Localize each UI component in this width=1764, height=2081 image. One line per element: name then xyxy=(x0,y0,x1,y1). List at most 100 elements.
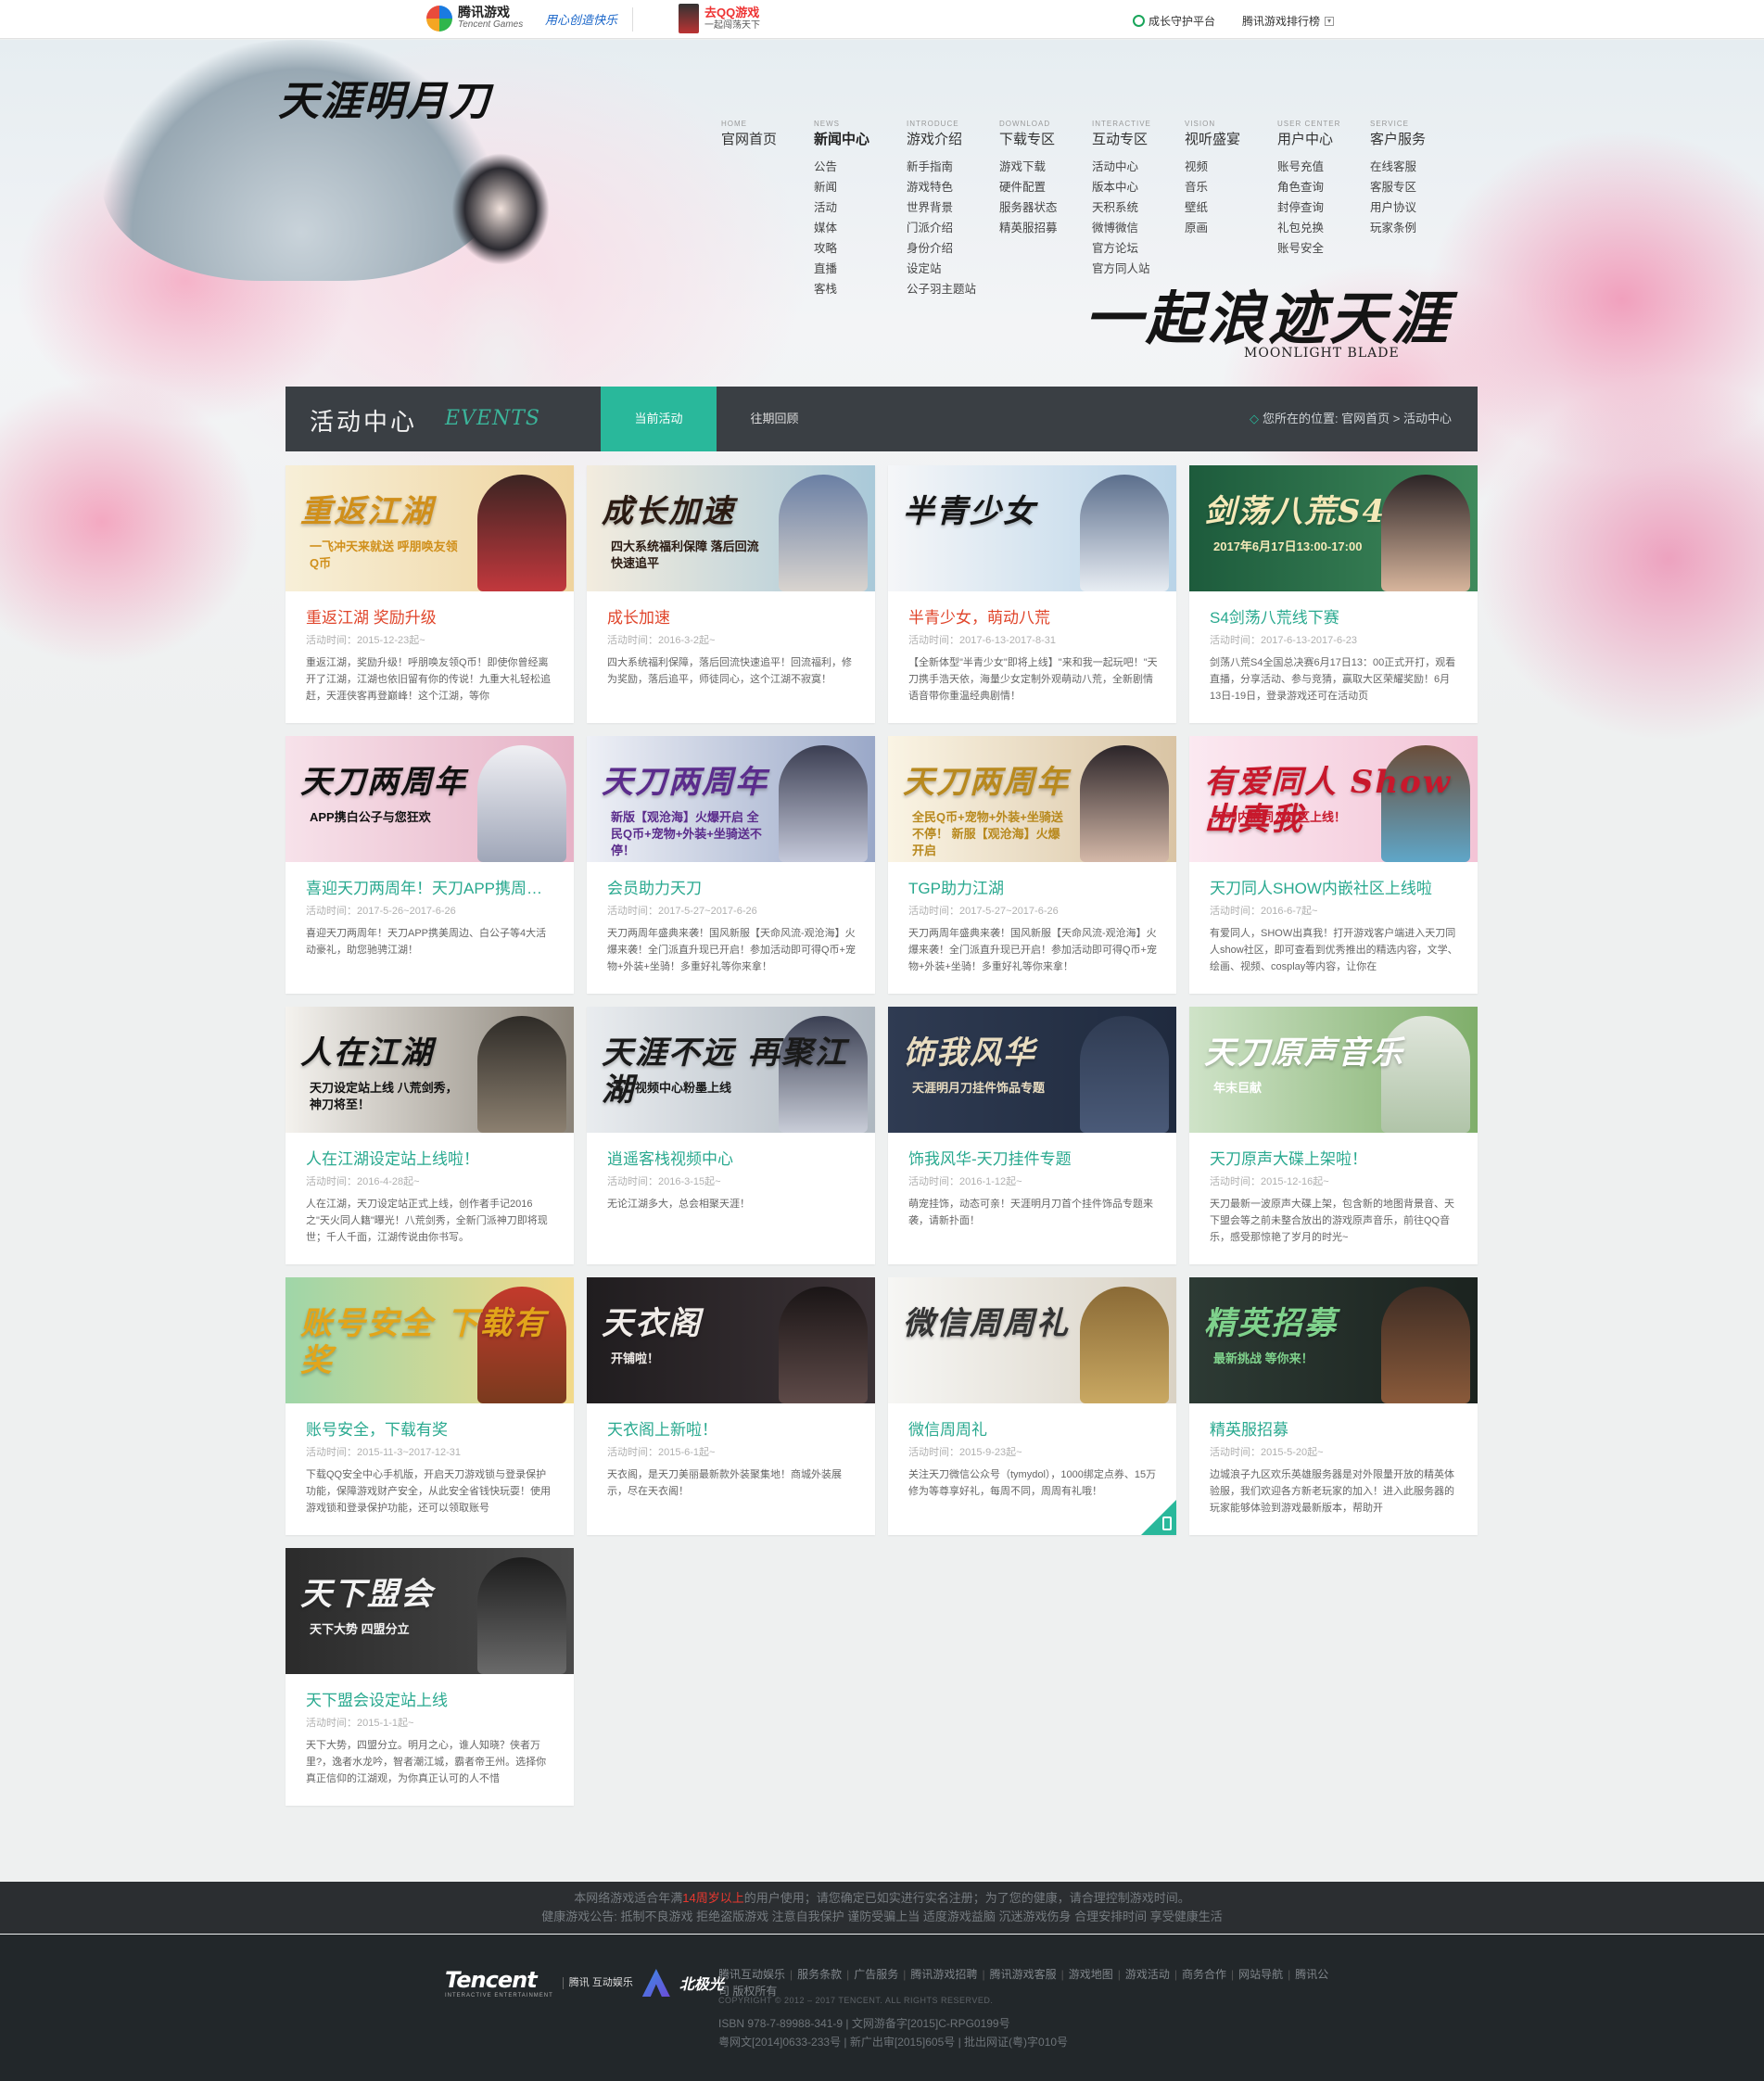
event-banner[interactable]: 精英招募 最新挑战 等你来！ xyxy=(1189,1277,1478,1403)
nav-sub-item[interactable]: 官方同人站 xyxy=(1092,259,1185,279)
event-title[interactable]: 逍遥客栈视频中心 xyxy=(607,1149,857,1170)
nav-sub-item[interactable]: 客服专区 xyxy=(1370,177,1463,197)
nav-sub-item[interactable]: 玩家条例 xyxy=(1370,218,1463,238)
event-card[interactable]: 天涯不远 再聚江湖 天刀视频中心粉墨上线 逍遥客栈视频中心 活动时间：2016-3-1… xyxy=(587,1007,875,1264)
event-card[interactable]: 有爱同人 Show出真我 天刀内嵌同人社区上线！ 天刀同人SHOW内嵌社区上线啦 活动… xyxy=(1189,736,1478,994)
event-title[interactable]: 会员助力天刀 xyxy=(607,879,857,899)
nav-sub-item[interactable]: 音乐 xyxy=(1185,177,1277,197)
nav-sub-item[interactable]: 版本中心 xyxy=(1092,177,1185,197)
nav-sub-item[interactable]: 账号安全 xyxy=(1277,238,1370,259)
nav-sub-item[interactable]: 官方论坛 xyxy=(1092,238,1185,259)
event-card[interactable]: 人在江湖 天刀设定站上线 八荒剑秀，神刀将至！ 人在江湖设定站上线啦！ 活动时间：20… xyxy=(286,1007,574,1264)
event-banner[interactable]: 半青少女 xyxy=(888,465,1176,591)
event-title[interactable]: 重返江湖 奖励升级 xyxy=(306,608,556,628)
partner-logo[interactable]: 北极光 xyxy=(679,1972,724,1994)
event-banner[interactable]: 有爱同人 Show出真我 天刀内嵌同人社区上线！ xyxy=(1189,736,1478,862)
event-title[interactable]: 喜迎天刀两周年！天刀APP携周边、白公子等4大活动豪礼 xyxy=(306,879,556,899)
event-card[interactable]: 半青少女 半青少女，萌动八荒 活动时间：2017-6-13-2017-8-31 【全新… xyxy=(888,465,1176,723)
nav-user-center[interactable]: 用户中心 xyxy=(1277,129,1370,157)
breadcrumb-text[interactable]: 您所在的位置: 官网首页 > 活动中心 xyxy=(1263,412,1452,425)
event-title[interactable]: 精英服招募 xyxy=(1210,1420,1460,1440)
nav-sub-item[interactable]: 活动中心 xyxy=(1092,157,1185,177)
event-card[interactable]: 账号安全 下载有奖 账号安全，下载有奖 活动时间：2015-11-3~2017-12… xyxy=(286,1277,574,1535)
nav-sub-item[interactable]: 精英服招募 xyxy=(999,218,1092,238)
nav-sub-item[interactable]: 天积系统 xyxy=(1092,197,1185,218)
nav-intro[interactable]: 游戏介绍 xyxy=(907,129,999,157)
event-title[interactable]: 成长加速 xyxy=(607,608,857,628)
nav-sub-item[interactable]: 封停查询 xyxy=(1277,197,1370,218)
footer-link[interactable]: 游戏地图 xyxy=(1069,1968,1113,1981)
nav-home[interactable]: 官网首页 xyxy=(721,131,777,147)
nav-sub-item[interactable]: 硬件配置 xyxy=(999,177,1092,197)
nav-sub-item[interactable]: 直播 xyxy=(814,259,907,279)
nav-sub-item[interactable]: 视频 xyxy=(1185,157,1277,177)
event-banner[interactable]: 天刀两周年 全民Q币+宠物+外装+坐骑送不停！ 新服【观沧海】火爆开启 xyxy=(888,736,1176,862)
event-card[interactable]: 重返江湖 一飞冲天来就送 呼朋唤友领Q币 重返江湖 奖励升级 活动时间：2015-12… xyxy=(286,465,574,723)
nav-sub-item[interactable]: 公告 xyxy=(814,157,907,177)
event-card[interactable]: 天刀原声音乐 年末巨献 天刀原声大碟上架啦！ 活动时间：2015-12-16起~ 天刀最… xyxy=(1189,1007,1478,1264)
nav-sub-item[interactable]: 攻略 xyxy=(814,238,907,259)
event-title[interactable]: S4剑荡八荒线下赛 xyxy=(1210,608,1460,628)
nav-sub-item[interactable]: 原画 xyxy=(1185,218,1277,238)
event-card[interactable]: 微信周周礼 微信周周礼 活动时间：2015-9-23起~ 关注天刀微信公众号（tymy… xyxy=(888,1277,1176,1535)
event-banner[interactable]: 天刀两周年 APP携白公子与您狂欢 xyxy=(286,736,574,862)
nav-sub-item[interactable]: 活动 xyxy=(814,197,907,218)
event-title[interactable]: 饰我风华-天刀挂件专题 xyxy=(908,1149,1159,1170)
event-banner[interactable]: 成长加速 四大系统福利保障 落后回流快速追平 xyxy=(587,465,875,591)
nav-download[interactable]: 下载专区 xyxy=(999,129,1092,157)
nav-sub-item[interactable]: 用户协议 xyxy=(1370,197,1463,218)
event-card[interactable]: 精英招募 最新挑战 等你来！ 精英服招募 活动时间：2015-5-20起~ 边城浪子九区… xyxy=(1189,1277,1478,1535)
footer-link[interactable]: 腾讯游戏客服 xyxy=(990,1968,1057,1981)
event-card[interactable]: 天刀两周年 新版【观沧海】火爆开启 全民Q币+宠物+外装+坐骑送不停！ 会员助力天刀… xyxy=(587,736,875,994)
nav-sub-item[interactable]: 游戏特色 xyxy=(907,177,999,197)
tencent-logo[interactable]: Tencent INTERACTIVE ENTERTAINMENT xyxy=(445,1967,553,1999)
event-card[interactable]: 天刀两周年 APP携白公子与您狂欢喜迎天刀两周年！天刀APP携周边、白公子等4大活… xyxy=(286,736,574,994)
nav-vision[interactable]: 视听盛宴 xyxy=(1185,129,1277,157)
event-title[interactable]: 天衣阁上新啦！ xyxy=(607,1420,857,1440)
footer-link[interactable]: 服务条款 xyxy=(797,1968,842,1981)
nav-sub-item[interactable]: 设定站 xyxy=(907,259,999,279)
tencent-games-logo[interactable]: 腾讯游戏 Tencent Games xyxy=(426,6,523,32)
nav-sub-item[interactable]: 微博微信 xyxy=(1092,218,1185,238)
event-banner[interactable]: 剑荡八荒S4 2017年6月17日13:00-17:00 xyxy=(1189,465,1478,591)
footer-link[interactable]: 游戏活动 xyxy=(1125,1968,1170,1981)
event-title[interactable]: 账号安全，下载有奖 xyxy=(306,1420,556,1440)
nav-sub-item[interactable]: 身份介绍 xyxy=(907,238,999,259)
event-card[interactable]: 饰我风华 天涯明月刀挂件饰品专题 饰我风华-天刀挂件专题 活动时间：2016-1-12… xyxy=(888,1007,1176,1264)
nav-sub-item[interactable]: 游戏下载 xyxy=(999,157,1092,177)
event-title[interactable]: TGP助力江湖 xyxy=(908,879,1159,899)
event-banner[interactable]: 天涯不远 再聚江湖 天刀视频中心粉墨上线 xyxy=(587,1007,875,1133)
nav-sub-item[interactable]: 新闻 xyxy=(814,177,907,197)
event-title[interactable]: 天下盟会设定站上线 xyxy=(306,1691,556,1711)
nav-interactive[interactable]: 互动专区 xyxy=(1092,129,1185,157)
event-banner[interactable]: 天衣阁 开铺啦！ xyxy=(587,1277,875,1403)
nav-service[interactable]: 客户服务 xyxy=(1370,129,1463,157)
event-title[interactable]: 人在江湖设定站上线啦！ xyxy=(306,1149,556,1170)
event-banner[interactable]: 人在江湖 天刀设定站上线 八荒剑秀，神刀将至！ xyxy=(286,1007,574,1133)
event-title[interactable]: 天刀同人SHOW内嵌社区上线啦 xyxy=(1210,879,1460,899)
footer-link[interactable]: 腾讯游戏招聘 xyxy=(910,1968,977,1981)
event-card[interactable]: 剑荡八荒S4 2017年6月17日13:00-17:00 S4剑荡八荒线下赛 活动时间… xyxy=(1189,465,1478,723)
nav-sub-item[interactable]: 门派介绍 xyxy=(907,218,999,238)
event-banner[interactable]: 饰我风华 天涯明月刀挂件饰品专题 xyxy=(888,1007,1176,1133)
event-banner[interactable]: 重返江湖 一飞冲天来就送 呼朋唤友领Q币 xyxy=(286,465,574,591)
qq-game-link[interactable]: 去QQ游戏 一起闯荡天下 xyxy=(679,4,760,33)
event-banner[interactable]: 天刀原声音乐 年末巨献 xyxy=(1189,1007,1478,1133)
footer-link[interactable]: 网站导航 xyxy=(1238,1968,1283,1981)
nav-sub-item[interactable]: 公子羽主题站 xyxy=(907,279,999,299)
parent-guard-link[interactable]: 成长守护平台 xyxy=(1133,13,1215,29)
nav-sub-item[interactable]: 媒体 xyxy=(814,218,907,238)
nav-sub-item[interactable]: 在线客服 xyxy=(1370,157,1463,177)
nav-sub-item[interactable]: 服务器状态 xyxy=(999,197,1092,218)
event-card[interactable]: 天刀两周年 全民Q币+宠物+外装+坐骑送不停！ 新服【观沧海】火爆开启 TGP助力江… xyxy=(888,736,1176,994)
nav-sub-item[interactable]: 世界背景 xyxy=(907,197,999,218)
nav-sub-item[interactable]: 壁纸 xyxy=(1185,197,1277,218)
footer-link[interactable]: 广告服务 xyxy=(854,1968,898,1981)
nav-sub-item[interactable]: 新手指南 xyxy=(907,157,999,177)
tab-current-events[interactable]: 当前活动 xyxy=(601,387,717,451)
nav-sub-item[interactable]: 礼包兑换 xyxy=(1277,218,1370,238)
nav-sub-item[interactable]: 客栈 xyxy=(814,279,907,299)
nav-sub-item[interactable]: 账号充值 xyxy=(1277,157,1370,177)
game-logo[interactable]: 天涯明月刀 xyxy=(278,68,491,127)
event-banner[interactable]: 天刀两周年 新版【观沧海】火爆开启 全民Q币+宠物+外装+坐骑送不停！ xyxy=(587,736,875,862)
